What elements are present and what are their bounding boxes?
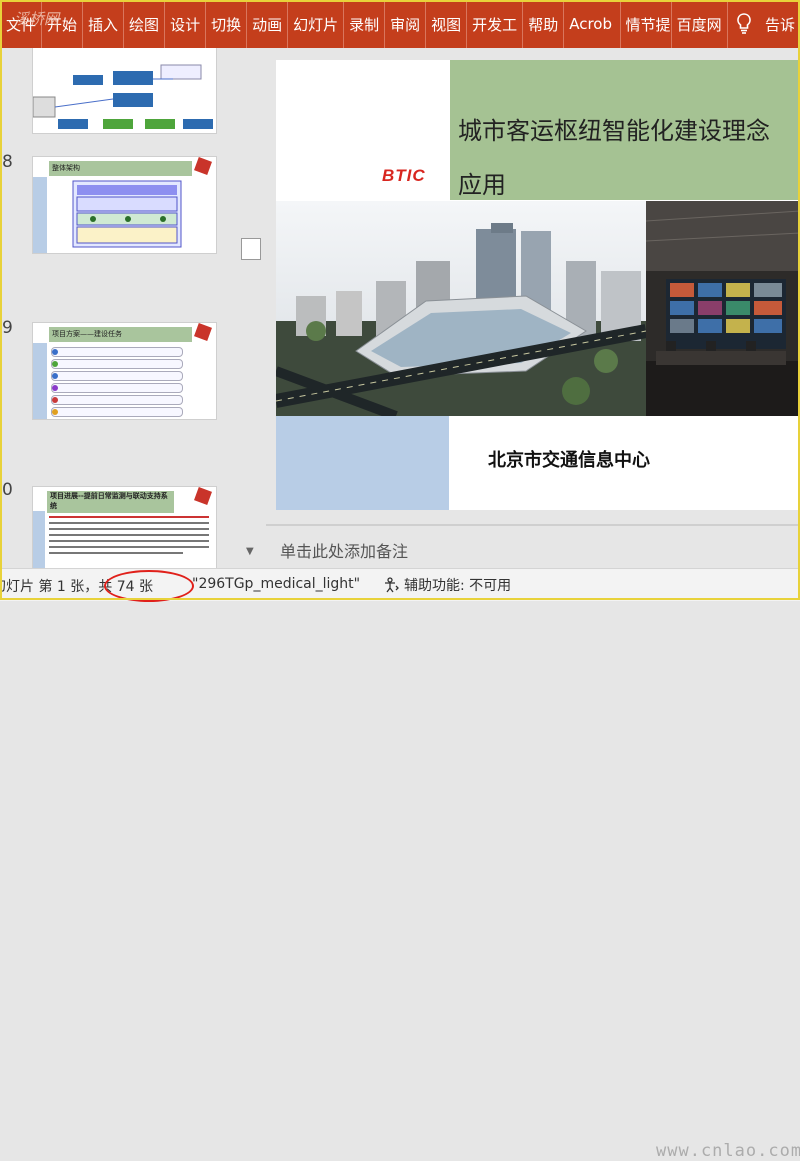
thumbnail-side-bar [33, 343, 47, 419]
thumbnail-dot [52, 373, 58, 379]
ribbon-tabs: 文件 开始 插入 绘图 设计 切换 动画 幻灯片 录制 审阅 视图 开发工 帮助… [0, 0, 800, 48]
lightbulb-icon[interactable] [728, 0, 761, 48]
tab-baidu-netdisk[interactable]: 百度网 [672, 0, 728, 48]
thumbnail-text-lines [49, 516, 209, 554]
tab-insert[interactable]: 插入 [83, 0, 125, 48]
tab-developer[interactable]: 开发工 [467, 0, 524, 48]
organization-name[interactable]: 北京市交通信息中心 [488, 446, 650, 472]
thumbnail-dot [52, 361, 58, 367]
accessibility-icon [385, 577, 399, 593]
accessibility-label: 辅助功能: 不可用 [404, 578, 512, 594]
current-slide[interactable]: 城市客运枢纽智能化建设理念 应用 BTIC 北京市交通信息中心 [276, 60, 800, 510]
watermark-logo: 溪桥网 [14, 10, 60, 28]
tab-acrobat[interactable]: Acrob [564, 0, 621, 48]
tab-storyboard[interactable]: 情节提 [621, 0, 672, 48]
slide-title[interactable]: 城市客运枢纽智能化建设理念 应用 [458, 104, 798, 212]
theme-name-status[interactable]: "296TGp_medical_light" [192, 576, 360, 592]
accessibility-status[interactable]: 辅助功能: 不可用 [383, 575, 511, 595]
slide-thumbnail[interactable] [32, 48, 217, 134]
thumbnail-dot [52, 385, 58, 391]
slide-blue-block [276, 416, 449, 510]
thumbnail-diagram [33, 177, 182, 253]
scroll-down-arrow-icon[interactable]: ▼ [246, 546, 254, 557]
thumbnail-number: 9 [2, 318, 13, 338]
tab-transitions[interactable]: 切换 [206, 0, 248, 48]
city-transport-hub-image [276, 201, 646, 416]
scrollbar-thumb[interactable] [241, 238, 261, 260]
thumbnail-row [51, 371, 183, 381]
thumbnail-number: 8 [2, 152, 13, 172]
thumbnail-dot [52, 397, 58, 403]
slide-thumbnail[interactable]: 整体架构 [32, 156, 217, 254]
btic-logo-icon [194, 323, 212, 341]
thumbnail-row [51, 347, 183, 357]
slide-thumbnail[interactable]: 项目方案——建设任务 [32, 322, 217, 420]
tab-slideshow[interactable]: 幻灯片 [288, 0, 345, 48]
thumbnail-row [51, 383, 183, 393]
thumbnail-row [51, 407, 183, 417]
tab-help[interactable]: 帮助 [523, 0, 565, 48]
annotation-circle [104, 570, 194, 602]
thumbnail-title: 项目方案——建设任务 [49, 327, 192, 342]
site-watermark: www.cnlao.com [656, 1141, 800, 1161]
tab-review[interactable]: 审阅 [385, 0, 427, 48]
tab-record[interactable]: 录制 [344, 0, 386, 48]
thumbnail-row [51, 395, 183, 405]
slide-title-line1: 城市客运枢纽智能化建设理念 [458, 117, 770, 145]
tab-draw[interactable]: 绘图 [124, 0, 166, 48]
thumbnail-number: 0 [2, 480, 13, 500]
slide-thumbnail[interactable]: 项目进展--提前日常监测与联动支持系统 [32, 486, 217, 568]
slide-thumbnail-pane[interactable]: 8 整体架构 9 项目方案——建设任务 0 项目进展--提前日常监测与联动支持系… [0, 48, 243, 568]
thumbnail-dot [52, 349, 58, 355]
notes-placeholder[interactable]: 单击此处添加备注 [280, 538, 408, 562]
tab-animations[interactable]: 动画 [247, 0, 289, 48]
thumbnail-row [51, 359, 183, 369]
btic-logo: BTIC [382, 166, 426, 185]
tell-me-search[interactable]: 告诉 [761, 0, 800, 48]
tab-view[interactable]: 视图 [426, 0, 468, 48]
control-room-image [646, 201, 800, 416]
thumbnail-diagram [33, 48, 216, 133]
tab-design[interactable]: 设计 [165, 0, 207, 48]
thumbnail-dot [52, 409, 58, 415]
notes-pane[interactable]: 单击此处添加备注 [266, 526, 800, 568]
